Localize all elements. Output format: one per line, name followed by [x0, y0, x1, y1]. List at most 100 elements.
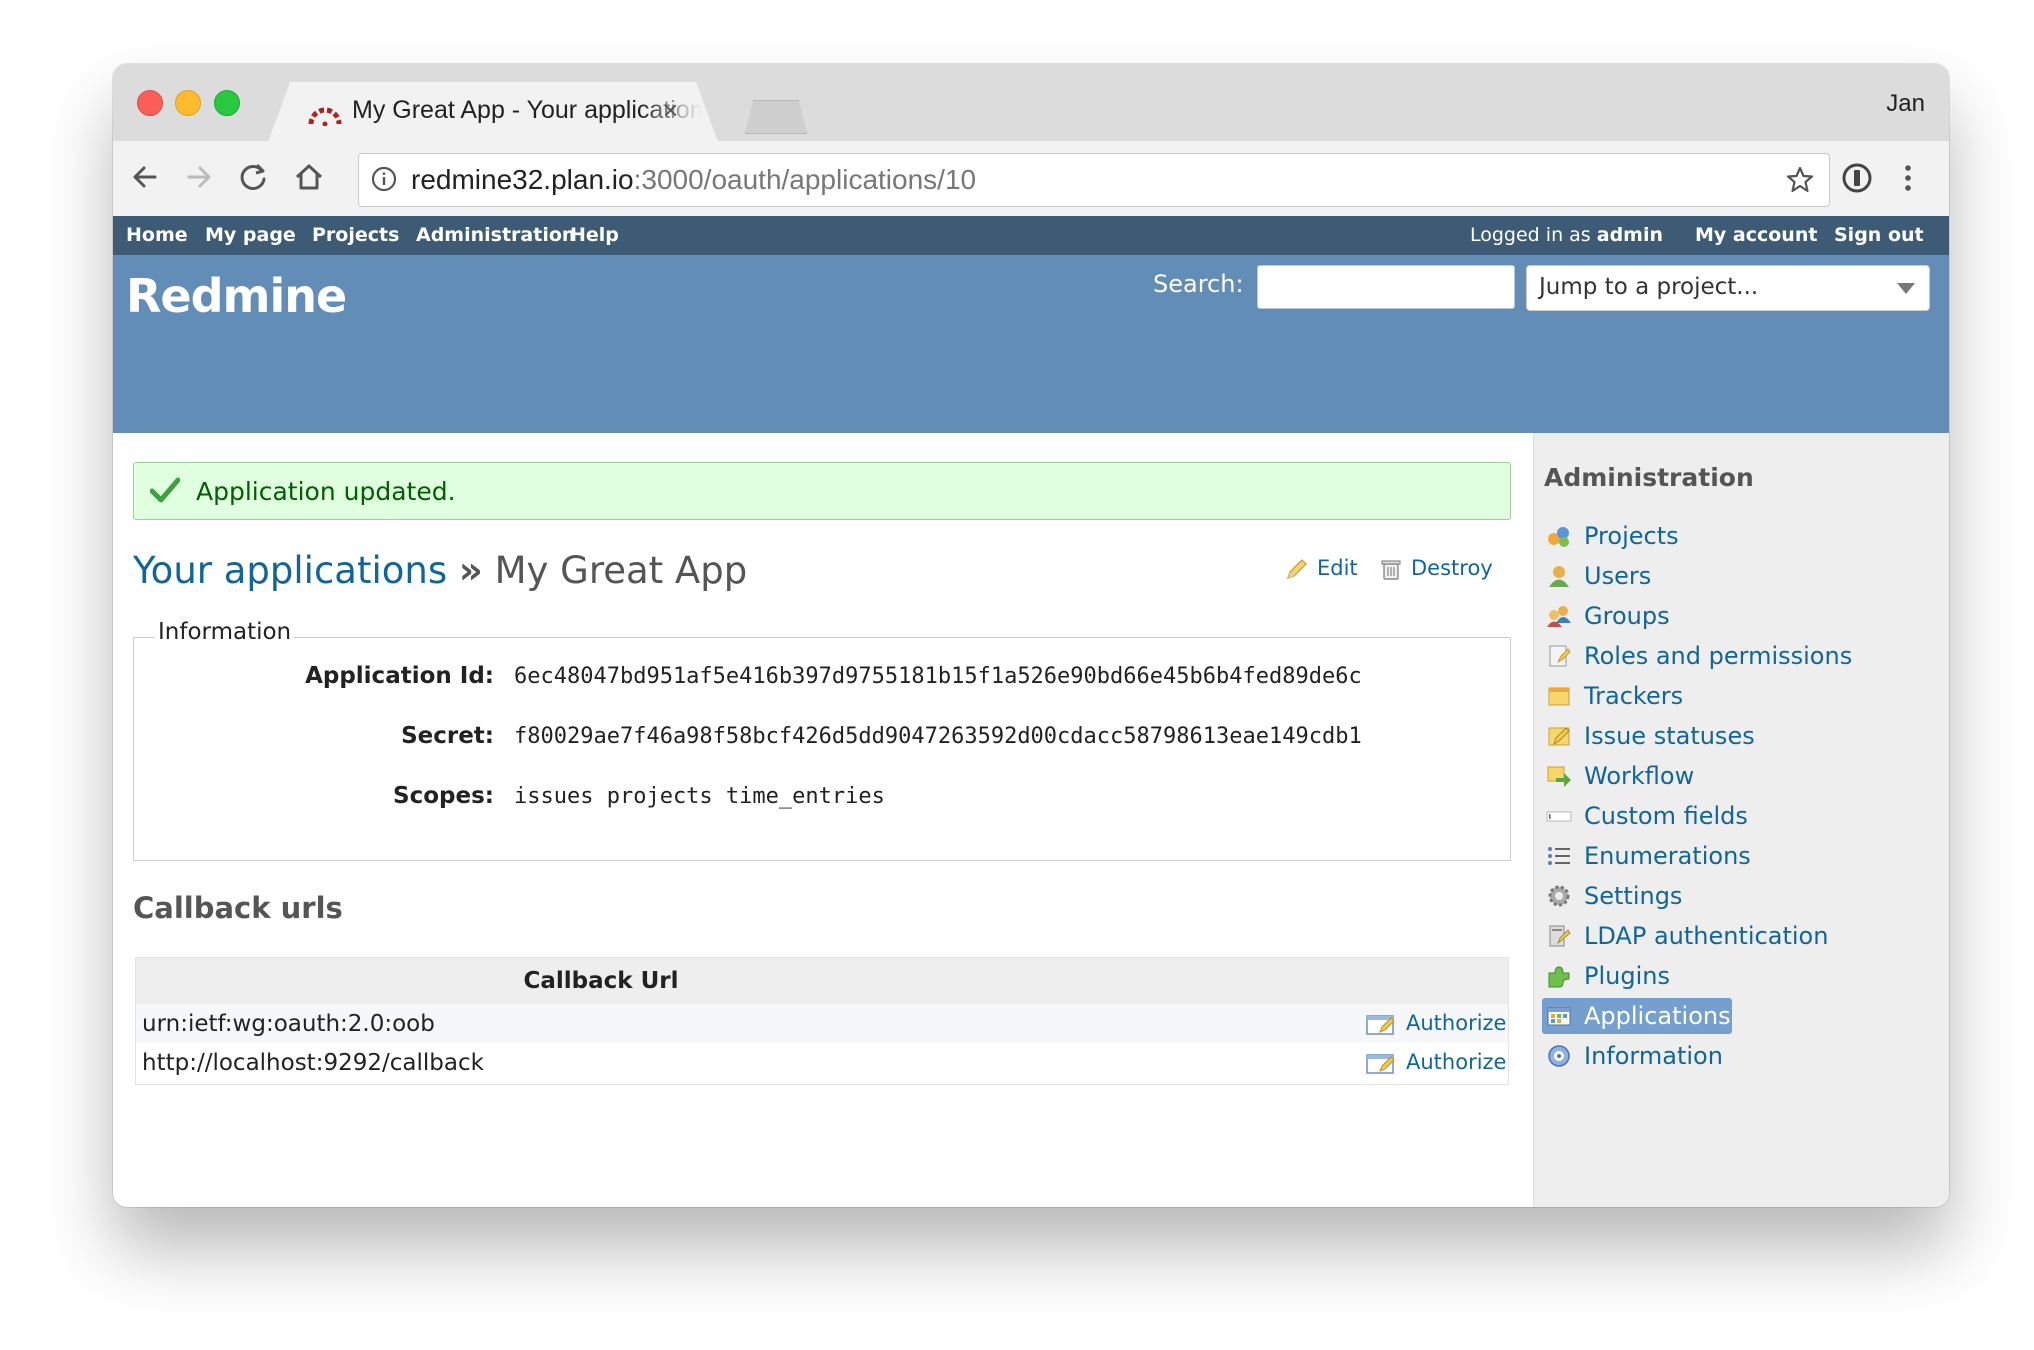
- sidebar-item-label: Plugins: [1584, 962, 1670, 990]
- sidebar-item-label: Enumerations: [1584, 842, 1751, 870]
- authorize-label: Authorize: [1406, 1011, 1507, 1035]
- information-icon: [1548, 1045, 1570, 1067]
- home-icon[interactable]: [291, 159, 327, 195]
- extension-icon[interactable]: [1840, 161, 1874, 195]
- groups-icon: [1547, 606, 1571, 627]
- profile-name[interactable]: Jan: [1886, 90, 1925, 118]
- new-tab-button[interactable]: [745, 100, 807, 134]
- callback-url-cell: urn:ietf:wg:oauth:2.0:oob: [142, 1011, 435, 1037]
- back-arrow-icon[interactable]: [127, 159, 163, 195]
- authorize-link[interactable]: Authorize: [1366, 1050, 1506, 1075]
- address-bar[interactable]: redmine32.plan.io:3000/oauth/application…: [358, 153, 1830, 207]
- chevron-down-icon: [1897, 283, 1915, 294]
- redmine-favicon-icon: [308, 100, 342, 126]
- projects-icon: [1548, 527, 1569, 547]
- custom-fields-icon: [1546, 811, 1572, 822]
- scopes-value: issues projects time_entries: [514, 784, 885, 809]
- application-id-value: 6ec48047bd951af5e416b397d9755181b15f1a52…: [514, 664, 1362, 689]
- sidebar-item-label: Groups: [1584, 602, 1670, 630]
- application-id-label: Application Id:: [305, 663, 494, 689]
- destroy-button[interactable]: Destroy: [1379, 556, 1493, 581]
- callback-urls-table: Callback Url urn:ietf:wg:oauth:2.0:oob A…: [135, 957, 1509, 1085]
- sign-out-link[interactable]: Sign out: [1834, 224, 1924, 246]
- users-icon: [1549, 566, 1569, 587]
- authorize-label: Authorize: [1406, 1050, 1507, 1074]
- roles-icon: [1549, 645, 1571, 667]
- workflow-icon: [1547, 766, 1571, 787]
- table-row: urn:ietf:wg:oauth:2.0:oob Authorize: [136, 1004, 1508, 1043]
- url-path: :3000/oauth/applications/10: [633, 164, 977, 195]
- content: Application updated. Your applications »…: [113, 433, 1533, 1207]
- top-menu-administration[interactable]: Administration: [416, 224, 575, 246]
- sidebar-item-label: Settings: [1584, 882, 1683, 910]
- bookmark-star-icon[interactable]: [1785, 165, 1815, 195]
- sidebar: Administration Projects Users Groups Rol…: [1533, 433, 1949, 1207]
- main-area: Application updated. Your applications »…: [113, 433, 1949, 1207]
- edit-button[interactable]: Edit: [1285, 556, 1358, 581]
- jump-to-project-text: Jump to a project...: [1539, 274, 1759, 300]
- applications-icon: [1547, 1007, 1571, 1026]
- search-label: Search:: [1153, 270, 1244, 298]
- zoom-window-button[interactable]: [214, 90, 240, 116]
- tab-title: My Great App - Your applications: [352, 96, 702, 124]
- settings-icon: [1548, 885, 1570, 907]
- sidebar-item-label: Issue statuses: [1584, 722, 1755, 750]
- callback-url-column-header: Callback Url: [523, 968, 679, 994]
- table-row: http://localhost:9292/callback Authorize: [136, 1043, 1508, 1082]
- authorize-icon: [1366, 1015, 1395, 1035]
- url-host: redmine32.plan.io: [411, 164, 634, 195]
- trackers-icon: [1548, 687, 1570, 706]
- url-text: redmine32.plan.io:3000/oauth/application…: [411, 164, 976, 196]
- reload-icon[interactable]: [235, 159, 271, 195]
- ldap-icon: [1549, 925, 1571, 947]
- browser-tab-active[interactable]: My Great App - Your applications ×: [268, 82, 718, 142]
- scopes-label: Scopes:: [393, 783, 494, 809]
- top-menu: Home My page Projects Administration Hel…: [113, 216, 1949, 255]
- tab-bar: My Great App - Your applications × Jan: [113, 64, 1949, 141]
- callback-url-cell: http://localhost:9292/callback: [142, 1050, 484, 1076]
- search-input[interactable]: [1257, 265, 1515, 309]
- browser-menu-icon[interactable]: [1898, 161, 1918, 195]
- browser-toolbar: redmine32.plan.io:3000/oauth/application…: [113, 141, 1949, 217]
- edit-label: Edit: [1317, 556, 1358, 580]
- breadcrumb-separator: »: [458, 549, 483, 592]
- trash-icon: [1381, 560, 1401, 580]
- application-name: My Great App: [494, 549, 748, 592]
- top-menu-help[interactable]: Help: [570, 224, 619, 246]
- authorize-icon: [1366, 1054, 1395, 1074]
- sidebar-title: Administration: [1544, 463, 1754, 492]
- enumerations-icon: [1548, 847, 1570, 865]
- sidebar-item-label: Projects: [1584, 522, 1679, 550]
- sidebar-item-label: Applications: [1584, 1002, 1731, 1030]
- top-menu-projects[interactable]: Projects: [312, 224, 399, 246]
- your-applications-link[interactable]: Your applications: [133, 549, 447, 592]
- top-menu-my-page[interactable]: My page: [205, 224, 296, 246]
- checkmark-icon: [150, 477, 180, 503]
- flash-message: Application updated.: [196, 477, 456, 506]
- logged-in-user[interactable]: admin: [1597, 224, 1663, 246]
- sidebar-item-label: LDAP authentication: [1584, 922, 1829, 950]
- pencil-icon: [1287, 559, 1307, 579]
- page-header: Redmine Search: Jump to a project...: [113, 255, 1949, 433]
- sidebar-item-label: Roles and permissions: [1584, 642, 1853, 670]
- sidebar-item-label: Information: [1584, 1042, 1723, 1070]
- information-box: Application Id: 6ec48047bd951af5e416b397…: [133, 637, 1511, 861]
- minimize-window-button[interactable]: [175, 90, 201, 116]
- browser-window: My Great App - Your applications × Jan r…: [113, 64, 1949, 1207]
- plugins-icon: [1548, 966, 1570, 988]
- page-title: Your applications » My Great App: [133, 549, 747, 592]
- flash-notice: Application updated.: [133, 462, 1511, 520]
- destroy-label: Destroy: [1411, 556, 1493, 580]
- logged-in-prefix: Logged in as: [1470, 224, 1591, 246]
- forward-arrow-icon[interactable]: [181, 159, 217, 195]
- information-legend: Information: [155, 619, 295, 645]
- jump-to-project-select[interactable]: Jump to a project...: [1526, 265, 1930, 311]
- close-window-button[interactable]: [137, 90, 163, 116]
- tab-close-icon[interactable]: ×: [663, 95, 678, 126]
- sidebar-item-label: Trackers: [1584, 682, 1684, 710]
- authorize-link[interactable]: Authorize: [1366, 1011, 1506, 1036]
- my-account-link[interactable]: My account: [1695, 224, 1817, 246]
- top-menu-home[interactable]: Home: [126, 224, 188, 246]
- sidebar-item-label: Custom fields: [1584, 802, 1748, 830]
- site-info-icon[interactable]: [371, 166, 397, 192]
